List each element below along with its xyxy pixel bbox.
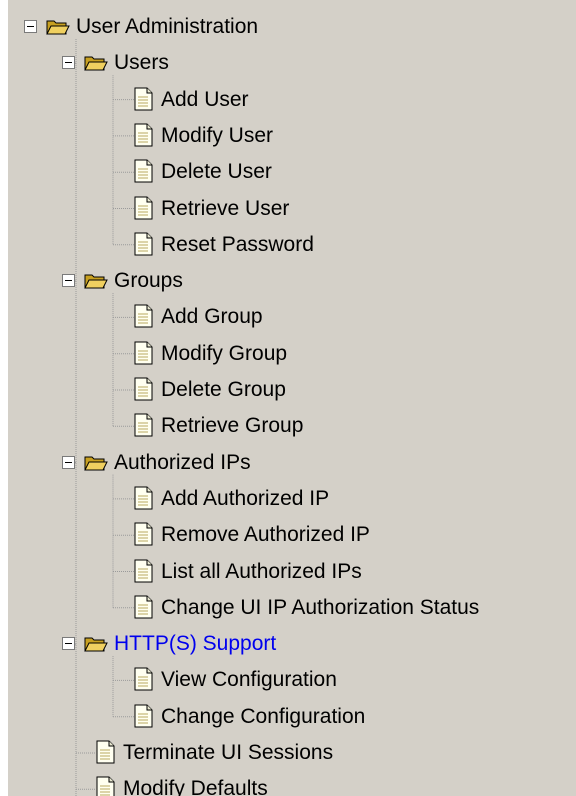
document-icon (131, 232, 155, 256)
item-label: Change UI IP Authorization Status (161, 595, 480, 619)
document-icon (131, 196, 155, 220)
document-icon (93, 776, 117, 796)
tree-node-groups-collapse-toggle[interactable] (62, 274, 75, 288)
folder-open-icon (84, 631, 108, 655)
tree-item-add-authorized-ip[interactable]: Add Authorized IP (8, 483, 576, 515)
document-icon (131, 595, 155, 619)
item-label: View Configuration (161, 668, 337, 692)
document-icon (93, 740, 117, 764)
folder-label[interactable]: HTTP(S) Support (114, 632, 276, 656)
item-label: List all Authorized IPs (161, 559, 362, 583)
document-icon (131, 87, 155, 111)
folder-label: Authorized IPs (114, 450, 251, 474)
tree-node-http-s-support[interactable]: HTTP(S) Support (8, 628, 576, 660)
item-label: Retrieve User (161, 196, 290, 220)
folder-open-icon (46, 14, 70, 38)
tree-node-http-s-support-collapse-toggle[interactable] (62, 637, 75, 651)
item-label: Add Group (161, 305, 263, 329)
tree-item-remove-authorized-ip[interactable]: Remove Authorized IP (8, 519, 576, 551)
document-icon (131, 123, 155, 147)
tree-item-delete-group[interactable]: Delete Group (8, 374, 576, 406)
document-icon (131, 413, 155, 437)
tree-node-users[interactable]: Users (8, 47, 576, 79)
tree-node-authorized-ips[interactable]: Authorized IPs (8, 447, 576, 479)
item-label: Delete User (161, 160, 272, 184)
tree-node-user-administration-collapse-toggle[interactable] (24, 20, 37, 33)
item-label: Modify Group (161, 341, 288, 365)
item-label: Delete Group (161, 378, 286, 401)
tree-item-modify-group[interactable]: Modify Group (8, 338, 576, 370)
item-label: Reset Password (161, 232, 314, 256)
item-label: Retrieve Group (161, 414, 304, 438)
item-label: Change Configuration (161, 704, 366, 728)
document-icon (131, 304, 155, 328)
tree-node-authorized-ips-collapse-toggle[interactable] (62, 455, 75, 469)
document-icon (131, 486, 155, 510)
tree-item-list-all-authorized-ips[interactable]: List all Authorized IPs (8, 556, 576, 588)
folder-open-icon (84, 50, 108, 74)
tree-item-modify-defaults[interactable]: Modify Defaults (8, 773, 576, 796)
item-label: Modify User (161, 123, 274, 147)
tree-item-reset-password[interactable]: Reset Password (8, 229, 576, 261)
document-icon (131, 159, 155, 183)
folder-label: Users (114, 51, 169, 75)
tree-item-change-configuration[interactable]: Change Configuration (8, 701, 576, 733)
folder-label: Groups (114, 269, 183, 293)
tree-node-groups[interactable]: Groups (8, 265, 576, 297)
document-icon (131, 559, 155, 583)
tree-item-view-configuration[interactable]: View Configuration (8, 664, 576, 696)
tree-node-user-administration[interactable]: User Administration (8, 11, 576, 43)
item-label: Modify Defaults (123, 777, 268, 796)
tree-item-retrieve-user[interactable]: Retrieve User (8, 193, 576, 225)
tree-item-add-group[interactable]: Add Group (8, 301, 576, 333)
tree-item-add-user[interactable]: Add User (8, 84, 576, 116)
tree-node-users-collapse-toggle[interactable] (62, 56, 75, 70)
tree-item-terminate-ui-sessions[interactable]: Terminate UI Sessions (8, 737, 576, 769)
tree-item-retrieve-group[interactable]: Retrieve Group (8, 410, 576, 442)
document-icon (131, 704, 155, 728)
item-label: Add User (161, 87, 249, 111)
tree-panel: User Administration Users Add User Modify U… (8, 0, 576, 796)
tree-item-modify-user[interactable]: Modify User (8, 120, 576, 152)
tree-item-delete-user[interactable]: Delete User (8, 156, 576, 188)
document-icon (131, 377, 155, 401)
document-icon (131, 522, 155, 546)
folder-open-icon (84, 450, 108, 474)
document-icon (131, 667, 155, 691)
document-icon (131, 341, 155, 365)
item-label: Add Authorized IP (161, 486, 330, 510)
item-label: Remove Authorized IP (161, 523, 370, 547)
folder-open-icon (84, 268, 108, 292)
item-label: Terminate UI Sessions (123, 741, 334, 764)
tree-item-change-ui-ip-authorization-status[interactable]: Change UI IP Authorization Status (8, 592, 576, 624)
folder-label: User Administration (76, 15, 259, 38)
